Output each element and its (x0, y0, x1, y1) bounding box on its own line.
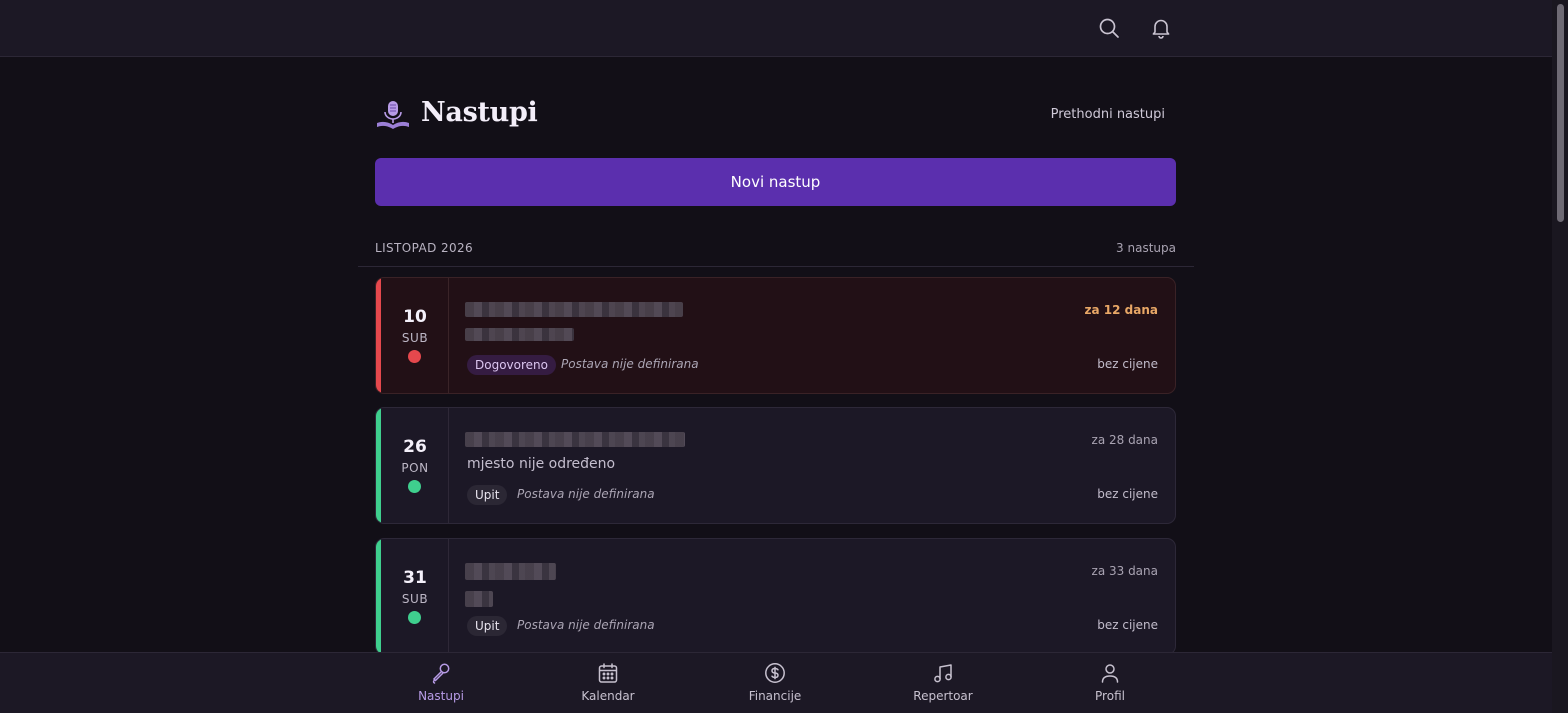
gig-weekday: SUB (401, 592, 429, 606)
setlist-status: Postava nije definirana (517, 487, 655, 501)
redacted-gig-title (465, 432, 685, 447)
days-until: za 28 dana (1091, 433, 1158, 447)
gig-card[interactable]: 10 SUB za 12 dana Dogovoreno Postava nij… (375, 277, 1176, 394)
status-dot (408, 350, 421, 363)
gig-weekday: PON (401, 461, 429, 475)
dollar-circle-icon (765, 663, 785, 683)
days-until: za 33 dana (1091, 564, 1158, 578)
month-header: LISTOPAD 2026 3 nastupa (375, 241, 1176, 261)
gig-weekday: SUB (401, 331, 429, 345)
gig-card[interactable]: 31 SUB za 33 dana Upit Postava nije defi… (375, 538, 1176, 655)
redacted-gig-venue (465, 591, 493, 607)
gig-day: 31 (403, 568, 427, 588)
gig-venue: mjesto nije određeno (467, 456, 616, 472)
gig-card[interactable]: 26 PON mjesto nije određeno za 28 dana U… (375, 407, 1176, 524)
nav-label: Financije (748, 689, 802, 703)
nav-item-financije[interactable]: Financije (715, 653, 835, 713)
calendar-icon (598, 663, 618, 683)
gig-day: 10 (403, 307, 427, 327)
gig-price: bez cijene (1097, 487, 1158, 501)
status-badge: Upit (467, 616, 508, 636)
status-dot (408, 611, 421, 624)
main-content: Nastupi Prethodni nastupi Novi nastup LI… (375, 57, 1176, 255)
bottom-navigation: Nastupi Kalendar Financije Repertoar Pro… (0, 652, 1552, 713)
setlist-status: Postava nije definirana (561, 357, 699, 371)
nav-item-kalendar[interactable]: Kalendar (548, 653, 668, 713)
search-button[interactable] (1095, 14, 1123, 42)
date-column: 10 SUB (381, 278, 449, 393)
page-title: Nastupi (421, 97, 538, 128)
redacted-gig-venue (465, 328, 574, 341)
nav-label: Nastupi (418, 689, 464, 703)
date-column: 26 PON (381, 408, 449, 523)
redacted-gig-title (465, 563, 556, 580)
setlist-status: Postava nije definirana (517, 618, 655, 632)
user-icon (1101, 664, 1119, 683)
nav-item-nastupi[interactable]: Nastupi (381, 653, 501, 713)
music-note-icon (934, 664, 952, 683)
top-bar (0, 0, 1552, 57)
gig-count: 3 nastupa (1116, 241, 1176, 255)
redacted-gig-title (465, 302, 683, 317)
search-icon (1099, 18, 1119, 38)
days-until: za 12 dana (1084, 303, 1158, 317)
scrollbar[interactable] (1552, 0, 1568, 713)
nav-label: Repertoar (913, 689, 973, 703)
page-header: Nastupi Prethodni nastupi (375, 57, 1176, 157)
status-badge: Dogovoreno (467, 355, 556, 375)
status-badge: Upit (467, 485, 508, 505)
notifications-button[interactable] (1147, 14, 1175, 42)
nav-label: Kalendar (581, 689, 635, 703)
nav-item-repertoar[interactable]: Repertoar (883, 653, 1003, 713)
microphone-logo-icon (377, 101, 409, 129)
divider (358, 266, 1194, 267)
previous-gigs-link[interactable]: Prethodni nastupi (1051, 107, 1165, 122)
date-column: 31 SUB (381, 539, 449, 654)
scrollbar-thumb[interactable] (1557, 4, 1564, 222)
bell-icon (1152, 19, 1170, 39)
gig-price: bez cijene (1097, 618, 1158, 632)
gig-day: 26 (403, 437, 427, 457)
gig-price: bez cijene (1097, 357, 1158, 371)
new-gig-button[interactable]: Novi nastup (375, 158, 1176, 206)
microphone-icon (432, 663, 450, 684)
nav-item-profil[interactable]: Profil (1050, 653, 1170, 713)
nav-label: Profil (1095, 689, 1125, 703)
month-label: LISTOPAD 2026 (375, 241, 474, 255)
status-dot (408, 480, 421, 493)
